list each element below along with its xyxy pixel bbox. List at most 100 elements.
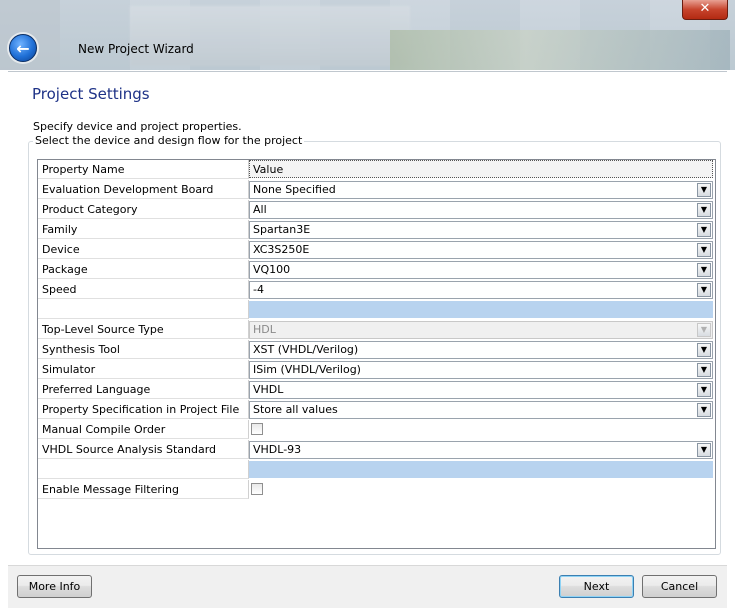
chevron-down-icon[interactable]: ▼ <box>697 383 711 397</box>
property-row: Family Spartan3E ▼ <box>38 220 715 240</box>
property-row: Evaluation Development Board None Specifi… <box>38 180 715 200</box>
cancel-button[interactable]: Cancel <box>642 575 717 598</box>
property-value-cell: HDL ▼ <box>249 320 715 340</box>
property-checkbox[interactable] <box>251 423 263 435</box>
header-property-name[interactable]: Property Name <box>38 160 249 179</box>
property-name: Simulator <box>38 360 249 379</box>
property-value-dropdown[interactable]: XST (VHDL/Verilog) ▼ <box>249 341 713 359</box>
chevron-down-icon[interactable]: ▼ <box>697 203 711 217</box>
property-value-cell <box>249 420 715 440</box>
property-row: Top-Level Source Type HDL ▼ <box>38 320 715 340</box>
property-value: XC3S250E <box>253 243 310 256</box>
property-name: Device <box>38 240 249 259</box>
property-row <box>38 460 715 480</box>
property-value-dropdown[interactable]: XC3S250E ▼ <box>249 241 713 259</box>
chevron-down-icon[interactable]: ▼ <box>697 243 711 257</box>
property-row: Preferred Language VHDL ▼ <box>38 380 715 400</box>
chevron-down-icon[interactable]: ▼ <box>697 403 711 417</box>
property-value-cell: Spartan3E ▼ <box>249 220 715 240</box>
property-value-dropdown[interactable]: VQ100 ▼ <box>249 261 713 279</box>
property-value-cell: VHDL ▼ <box>249 380 715 400</box>
button-bar: More Info Next Cancel <box>8 565 727 608</box>
property-name: Speed <box>38 280 249 299</box>
property-value-dropdown[interactable]: None Specified ▼ <box>249 181 713 199</box>
property-value: VQ100 <box>253 263 291 276</box>
property-row: Speed -4 ▼ <box>38 280 715 300</box>
page-title: Project Settings <box>32 85 150 103</box>
property-name: Synthesis Tool <box>38 340 249 359</box>
property-value-cell <box>249 300 715 320</box>
property-value: All <box>253 203 267 216</box>
property-value-cell: XC3S250E ▼ <box>249 240 715 260</box>
property-value-dropdown[interactable]: ISim (VHDL/Verilog) ▼ <box>249 361 713 379</box>
property-value-cell: None Specified ▼ <box>249 180 715 200</box>
title-bar <box>0 0 735 70</box>
group-label: Select the device and design flow for th… <box>33 134 305 147</box>
property-name <box>38 300 249 319</box>
more-info-button[interactable]: More Info <box>17 575 92 598</box>
chevron-down-icon: ▼ <box>697 323 711 337</box>
property-name: Product Category <box>38 200 249 219</box>
property-value: VHDL <box>253 383 284 396</box>
property-value: -4 <box>253 283 264 296</box>
property-row: VHDL Source Analysis Standard VHDL-93 ▼ <box>38 440 715 460</box>
property-value-dropdown[interactable]: All ▼ <box>249 201 713 219</box>
property-name: Property Specification in Project File <box>38 400 249 419</box>
property-name: Manual Compile Order <box>38 420 249 439</box>
property-name: Package <box>38 260 249 279</box>
property-value: XST (VHDL/Verilog) <box>253 343 359 356</box>
property-name: Preferred Language <box>38 380 249 399</box>
property-row: Property Specification in Project File St… <box>38 400 715 420</box>
chevron-down-icon[interactable]: ▼ <box>697 283 711 297</box>
back-arrow-icon[interactable]: ← <box>9 34 37 62</box>
property-name: Enable Message Filtering <box>38 480 249 499</box>
property-value-dropdown[interactable]: -4 ▼ <box>249 281 713 299</box>
property-value: Spartan3E <box>253 223 311 236</box>
property-value-dropdown[interactable]: Spartan3E ▼ <box>249 221 713 239</box>
property-name: VHDL Source Analysis Standard <box>38 440 249 459</box>
property-row: Simulator ISim (VHDL/Verilog) ▼ <box>38 360 715 380</box>
property-value-cell: VHDL-93 ▼ <box>249 440 715 460</box>
property-value: ISim (VHDL/Verilog) <box>253 363 361 376</box>
next-button[interactable]: Next <box>559 575 634 598</box>
property-name: Evaluation Development Board <box>38 180 249 199</box>
grid-header: Property Name Value <box>38 160 715 180</box>
property-row: Manual Compile Order <box>38 420 715 440</box>
property-value: VHDL-93 <box>253 443 302 456</box>
window-title: New Project Wizard <box>78 42 194 56</box>
property-row: Enable Message Filtering <box>38 480 715 500</box>
property-checkbox[interactable] <box>251 483 263 495</box>
property-name: Family <box>38 220 249 239</box>
chevron-down-icon[interactable]: ▼ <box>697 223 711 237</box>
property-value-cell: VQ100 ▼ <box>249 260 715 280</box>
page-description: Specify device and project properties. <box>33 120 242 133</box>
property-row: Package VQ100 ▼ <box>38 260 715 280</box>
property-value-cell: -4 ▼ <box>249 280 715 300</box>
chevron-down-icon[interactable]: ▼ <box>697 343 711 357</box>
chevron-down-icon[interactable]: ▼ <box>697 263 711 277</box>
property-name: Top-Level Source Type <box>38 320 249 339</box>
property-row: Synthesis Tool XST (VHDL/Verilog) ▼ <box>38 340 715 360</box>
property-value-cell: Store all values ▼ <box>249 400 715 420</box>
property-value: None Specified <box>253 183 336 196</box>
property-row: Device XC3S250E ▼ <box>38 240 715 260</box>
property-value-dropdown[interactable]: Store all values ▼ <box>249 401 713 419</box>
property-value-cell: XST (VHDL/Verilog) ▼ <box>249 340 715 360</box>
property-value-dropdown[interactable]: VHDL ▼ <box>249 381 713 399</box>
group-separator <box>249 301 713 318</box>
property-value-cell <box>249 460 715 480</box>
chevron-down-icon[interactable]: ▼ <box>697 363 711 377</box>
property-value-cell: All ▼ <box>249 200 715 220</box>
chevron-down-icon[interactable]: ▼ <box>697 443 711 457</box>
property-grid: Property Name Value Evaluation Developme… <box>37 159 716 549</box>
property-value-cell <box>249 480 715 500</box>
property-row <box>38 300 715 320</box>
header-value[interactable]: Value <box>249 160 713 178</box>
property-name <box>38 460 249 479</box>
property-value-dropdown: HDL ▼ <box>249 321 713 339</box>
property-value-dropdown[interactable]: VHDL-93 ▼ <box>249 441 713 459</box>
description-line: Specify device and project properties. <box>33 120 242 133</box>
property-value-cell: ISim (VHDL/Verilog) ▼ <box>249 360 715 380</box>
close-button[interactable]: ✕ <box>682 0 728 20</box>
chevron-down-icon[interactable]: ▼ <box>697 183 711 197</box>
